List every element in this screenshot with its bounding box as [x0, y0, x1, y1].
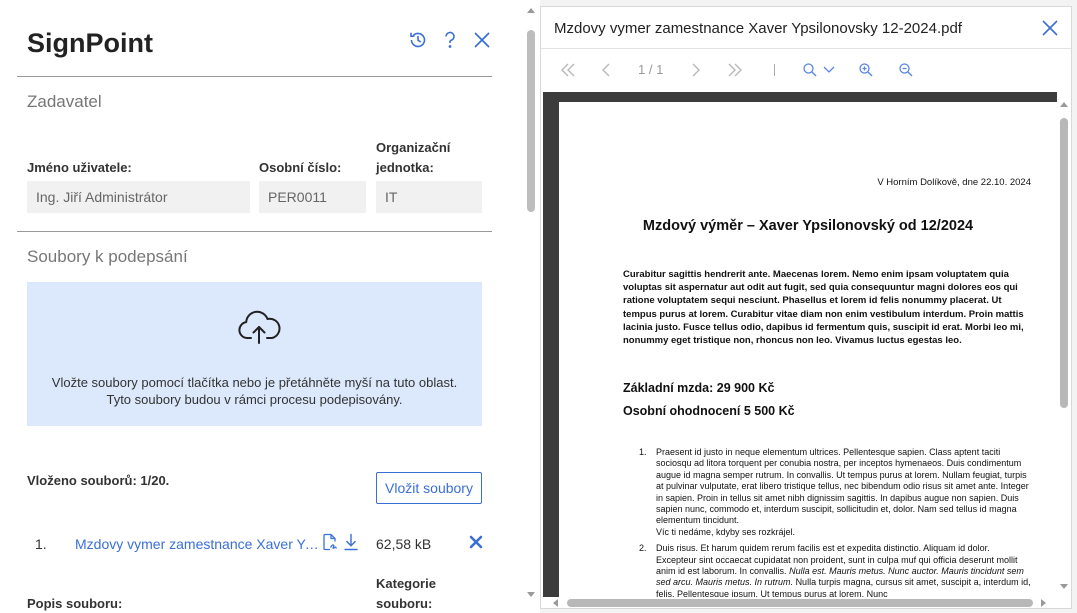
list-item-extra: Víc ti nedáme, kdyby ses rozkrájel. [656, 526, 796, 537]
zoom-menu-icon[interactable] [802, 59, 838, 81]
file-description-label: Popis souboru: [27, 596, 123, 611]
document-date: V Horním Dolíkově, dne 22.10. 2024 [877, 177, 1031, 188]
list-item-number: 2. [639, 543, 647, 554]
next-page-icon[interactable] [691, 59, 701, 81]
scroll-down-arrow[interactable] [527, 592, 535, 597]
previous-page-icon[interactable] [601, 59, 611, 81]
scrollbar-thumb[interactable] [1060, 118, 1068, 408]
file-size: 62,58 kB [376, 536, 432, 552]
zoom-out-icon[interactable] [898, 59, 914, 81]
user-name-label: Jméno uživatele: [27, 160, 132, 175]
file-row: 1. Mzdovy vymer zamestnance Xaver Ypsilo… [27, 530, 484, 556]
list-item-number: 1. [639, 447, 647, 457]
personal-number-label: Osobní číslo: [259, 160, 342, 175]
help-icon[interactable] [440, 30, 460, 50]
file-dropzone[interactable]: Vložte soubory pomocí tlačítka nebo je p… [27, 282, 482, 426]
download-icon[interactable] [344, 533, 358, 551]
list-item: 2. Duis risus. Et harum quidem rerum fac… [639, 543, 1031, 597]
list-item: 1. Praesent id justo in neque elementum … [639, 447, 1031, 538]
file-name-link[interactable]: Mzdovy vymer zamestnance Xaver Ypsilonov… [75, 536, 321, 552]
requester-divider [17, 231, 492, 232]
page-indicator: 1 / 1 [638, 62, 664, 77]
user-name-field: Ing. Jiří Administrátor [27, 181, 250, 213]
cloud-upload-icon [238, 310, 281, 344]
toolbar-separator [774, 64, 775, 76]
signpoint-panel: SignPoint Zadavatel Jméno uživatele: Oso… [0, 0, 523, 613]
pdf-viewer-panel: Mzdovy vymer zamestnance Xaver Ypsilonov… [540, 6, 1072, 609]
requester-section-title: Zadavatel [27, 92, 102, 111]
pdf-page: V Horním Dolíkově, dne 22.10. 2024 Mzdov… [559, 102, 1057, 597]
personal-bonus: Osobní ohodnocení 5 500 Kč [623, 404, 795, 418]
header-icons [408, 30, 492, 50]
document-list: 1. Praesent id justo in neque elementum … [639, 447, 1031, 597]
file-actions [322, 533, 358, 551]
dropzone-text: Vložte soubory pomocí tlačítka nebo je p… [27, 374, 482, 408]
document-heading: Mzdový výměr – Xaver Ypsilonovský od 12/… [642, 218, 974, 234]
dropzone-line-1: Vložte soubory pomocí tlačítka nebo je p… [51, 375, 458, 390]
files-count: Vloženo souborů: 1/20. [27, 473, 170, 488]
scroll-up-arrow[interactable] [1060, 102, 1068, 107]
last-page-icon[interactable] [727, 59, 743, 81]
zoom-in-icon[interactable] [858, 59, 874, 81]
file-category-label: Kategorie souboru: [376, 576, 436, 611]
scrollbar-thumb[interactable] [527, 30, 535, 212]
remove-file-icon[interactable] [468, 533, 484, 551]
files-section-title: Soubory k podepsání [27, 247, 188, 266]
pdf-vertical-scrollbar[interactable] [1057, 92, 1071, 597]
pdf-toolbar: 1 / 1 [541, 59, 1071, 83]
scrollbar-thumb[interactable] [567, 599, 1033, 607]
upload-files-button[interactable]: Vložit soubory [376, 472, 482, 504]
personal-number-field: PER0011 [259, 181, 366, 213]
toolbar-divider [541, 48, 1071, 49]
pdf-canvas[interactable]: V Horním Dolíkově, dne 22.10. 2024 Mzdov… [543, 92, 1057, 597]
left-panel-scrollbar[interactable] [523, 0, 540, 613]
list-item-text: Praesent id justo in neque elementum ult… [656, 447, 1029, 526]
pdf-horizontal-scrollbar[interactable] [543, 597, 1057, 608]
close-icon[interactable] [472, 30, 492, 50]
history-icon[interactable] [408, 30, 428, 50]
scroll-left-arrow[interactable] [553, 599, 558, 607]
app-root: SignPoint Zadavatel Jméno uživatele: Oso… [0, 0, 1077, 613]
dropzone-line-2: Tyto soubory budou v rámci procesu podep… [106, 392, 403, 407]
file-signature-icon[interactable] [322, 533, 338, 551]
org-unit-field: IT [376, 181, 482, 213]
base-salary: Základní mzda: 29 900 Kč [623, 381, 775, 395]
first-page-icon[interactable] [560, 59, 576, 81]
file-index: 1. [35, 536, 47, 552]
org-unit-label: Organizační jednotka: [376, 140, 451, 175]
app-title: SignPoint [27, 28, 153, 58]
header-divider [17, 76, 492, 77]
document-intro: Curabitur sagittis hendrerit ante. Maece… [623, 269, 1024, 347]
scroll-down-arrow[interactable] [1060, 584, 1068, 589]
pdf-title: Mzdovy vymer zamestnance Xaver Ypsilonov… [554, 20, 962, 37]
scroll-up-arrow[interactable] [527, 8, 535, 13]
scroll-right-arrow[interactable] [1041, 599, 1046, 607]
close-icon[interactable] [1041, 19, 1059, 37]
